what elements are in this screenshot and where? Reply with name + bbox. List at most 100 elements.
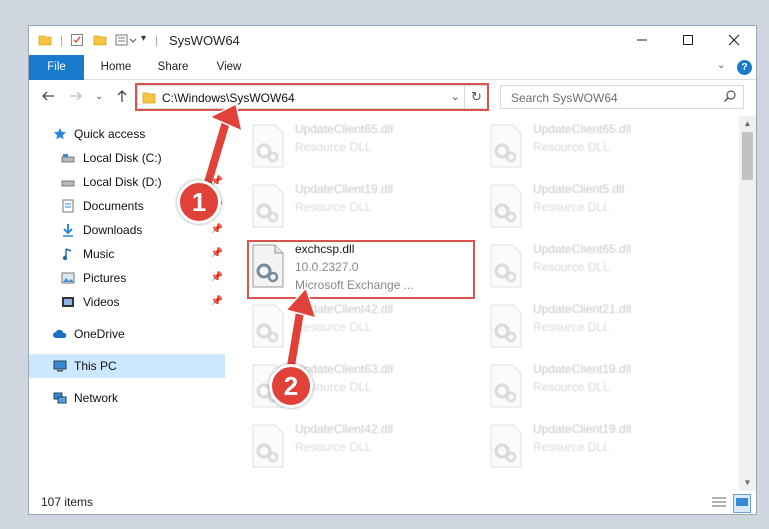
dll-file-icon — [490, 244, 522, 288]
sidebar-item-label: This PC — [74, 359, 117, 373]
sidebar-item-label: Quick access — [74, 127, 146, 141]
sidebar-item-label: Downloads — [83, 223, 143, 237]
dll-file-icon — [490, 304, 522, 348]
file-description: Resource DLL — [295, 200, 372, 214]
maximize-icon — [683, 35, 693, 45]
scroll-down-icon[interactable]: ▼ — [739, 475, 756, 491]
list-item[interactable]: UpdateClient19.dll Resource DLL — [249, 176, 479, 236]
sidebar-item-videos[interactable]: Videos 📌 — [29, 290, 225, 314]
list-item[interactable]: UpdateClient21.dll Resource DLL — [487, 296, 717, 356]
documents-icon — [62, 199, 74, 213]
ribbon-tabs: File Home Share View ⌄ ? — [29, 55, 756, 80]
sidebar-item-network[interactable]: Network — [29, 386, 225, 410]
file-name: UpdateClient65.dll — [295, 122, 394, 136]
minimize-button[interactable] — [619, 26, 665, 54]
list-item[interactable]: UpdateClient65.dll Resource DLL — [487, 236, 717, 296]
list-item[interactable]: UpdateClient65.dll Resource DLL — [487, 116, 717, 176]
sidebar-item-label: Pictures — [83, 271, 127, 285]
list-item[interactable]: UpdateClient19.dll Resource DLL — [487, 416, 717, 476]
vertical-scrollbar[interactable]: ▲ ▼ — [739, 116, 756, 491]
arrow-right-icon — [70, 91, 82, 101]
file-description: Resource DLL — [533, 380, 610, 394]
file-name: UpdateClient21.dll — [533, 302, 632, 316]
file-description: Resource DLL — [295, 320, 372, 334]
maximize-button[interactable] — [665, 26, 711, 54]
pin-icon[interactable]: 📌 — [211, 242, 223, 266]
file-name: UpdateClient65.dll — [533, 242, 632, 256]
sidebar-item-music[interactable]: Music 📌 — [29, 242, 225, 266]
pin-icon[interactable]: 📌 — [211, 266, 223, 290]
search-placeholder[interactable]: Search SysWOW64 — [511, 91, 618, 105]
list-item[interactable]: UpdateClient42.dll Resource DLL — [249, 416, 479, 476]
dll-file-icon — [252, 124, 284, 168]
close-icon — [728, 34, 740, 46]
videos-icon — [62, 297, 74, 307]
sidebar-item-label: Network — [74, 391, 119, 405]
file-name: UpdateClient5.dll — [533, 182, 625, 196]
search-icon[interactable] — [723, 89, 737, 106]
window-title: SysWOW64 — [169, 33, 240, 48]
file-name: UpdateClient65.dll — [533, 122, 632, 136]
address-highlight-box — [135, 83, 489, 111]
pictures-icon — [61, 272, 75, 284]
sidebar-item-pictures[interactable]: Pictures 📌 — [29, 266, 225, 290]
file-description: Resource DLL — [533, 200, 610, 214]
tab-view[interactable]: View — [207, 55, 251, 80]
file-description: Resource DLL — [295, 440, 372, 454]
explorer-window: | ▾ | SysWOW64 File Home Share View ⌄ ? — [28, 25, 757, 515]
file-name: UpdateClient19.dll — [295, 182, 394, 196]
expand-ribbon-icon[interactable]: ⌄ — [717, 60, 725, 71]
dll-file-icon — [252, 304, 284, 348]
sidebar-item-quick-access[interactable]: Quick access — [29, 122, 225, 146]
pin-icon[interactable]: 📌 — [211, 290, 223, 314]
file-highlight-box — [247, 240, 475, 299]
file-description: Resource DLL — [533, 320, 610, 334]
help-icon[interactable]: ? — [737, 60, 752, 75]
list-item[interactable]: UpdateClient19.dll Resource DLL — [487, 356, 717, 416]
file-description: Resource DLL — [533, 260, 610, 274]
list-item[interactable]: UpdateClient5.dll Resource DLL — [487, 176, 717, 236]
file-description: Resource DLL — [533, 440, 610, 454]
tab-home[interactable]: Home — [92, 55, 140, 80]
new-folder-icon[interactable] — [93, 33, 107, 50]
up-button[interactable] — [115, 89, 129, 106]
chevron-down-icon[interactable]: ▾ — [141, 33, 146, 44]
sidebar-item-this-pc[interactable]: This PC — [29, 354, 225, 378]
tab-share[interactable]: Share — [150, 55, 196, 80]
close-button[interactable] — [711, 26, 756, 54]
recent-locations-button[interactable]: ⌄ — [95, 91, 103, 102]
cloud-icon — [53, 329, 67, 338]
back-button[interactable] — [41, 89, 55, 106]
list-item[interactable]: UpdateClient65.dll Resource DLL — [249, 116, 479, 176]
music-icon — [62, 248, 72, 261]
file-name: UpdateClient42.dll — [295, 302, 394, 316]
drive-icon — [61, 180, 75, 187]
title-bar: | ▾ | SysWOW64 — [29, 26, 756, 54]
tiles-view-icon[interactable] — [733, 494, 751, 513]
properties-icon[interactable] — [70, 33, 84, 50]
details-view-icon[interactable] — [711, 495, 727, 512]
folder-icon — [38, 33, 52, 50]
dll-file-icon — [252, 184, 284, 228]
dll-file-icon — [490, 184, 522, 228]
sidebar-item-local-disk-c[interactable]: Local Disk (C:) — [29, 146, 225, 170]
scroll-up-icon[interactable]: ▲ — [739, 116, 756, 132]
sidebar-item-label: Local Disk (D:) — [83, 175, 162, 189]
sidebar-item-onedrive[interactable]: OneDrive — [29, 322, 225, 346]
dll-file-icon — [490, 124, 522, 168]
tab-file[interactable]: File — [29, 55, 84, 80]
download-icon — [63, 224, 73, 237]
pin-icon[interactable]: 📌 — [211, 218, 223, 242]
star-icon — [54, 128, 66, 140]
file-name: UpdateClient19.dll — [533, 362, 632, 376]
customize-toolbar-icon[interactable] — [115, 33, 137, 50]
file-description: Resource DLL — [533, 140, 610, 154]
forward-button[interactable] — [69, 89, 83, 106]
dll-file-icon — [252, 424, 284, 468]
search-box[interactable]: Search SysWOW64 — [500, 85, 744, 109]
list-item[interactable]: UpdateClient42.dll Resource DLL — [249, 296, 479, 356]
arrow-up-icon — [117, 90, 127, 102]
sidebar-item-label: Documents — [83, 199, 144, 213]
scroll-thumb[interactable] — [742, 132, 753, 180]
computer-icon — [53, 360, 67, 372]
